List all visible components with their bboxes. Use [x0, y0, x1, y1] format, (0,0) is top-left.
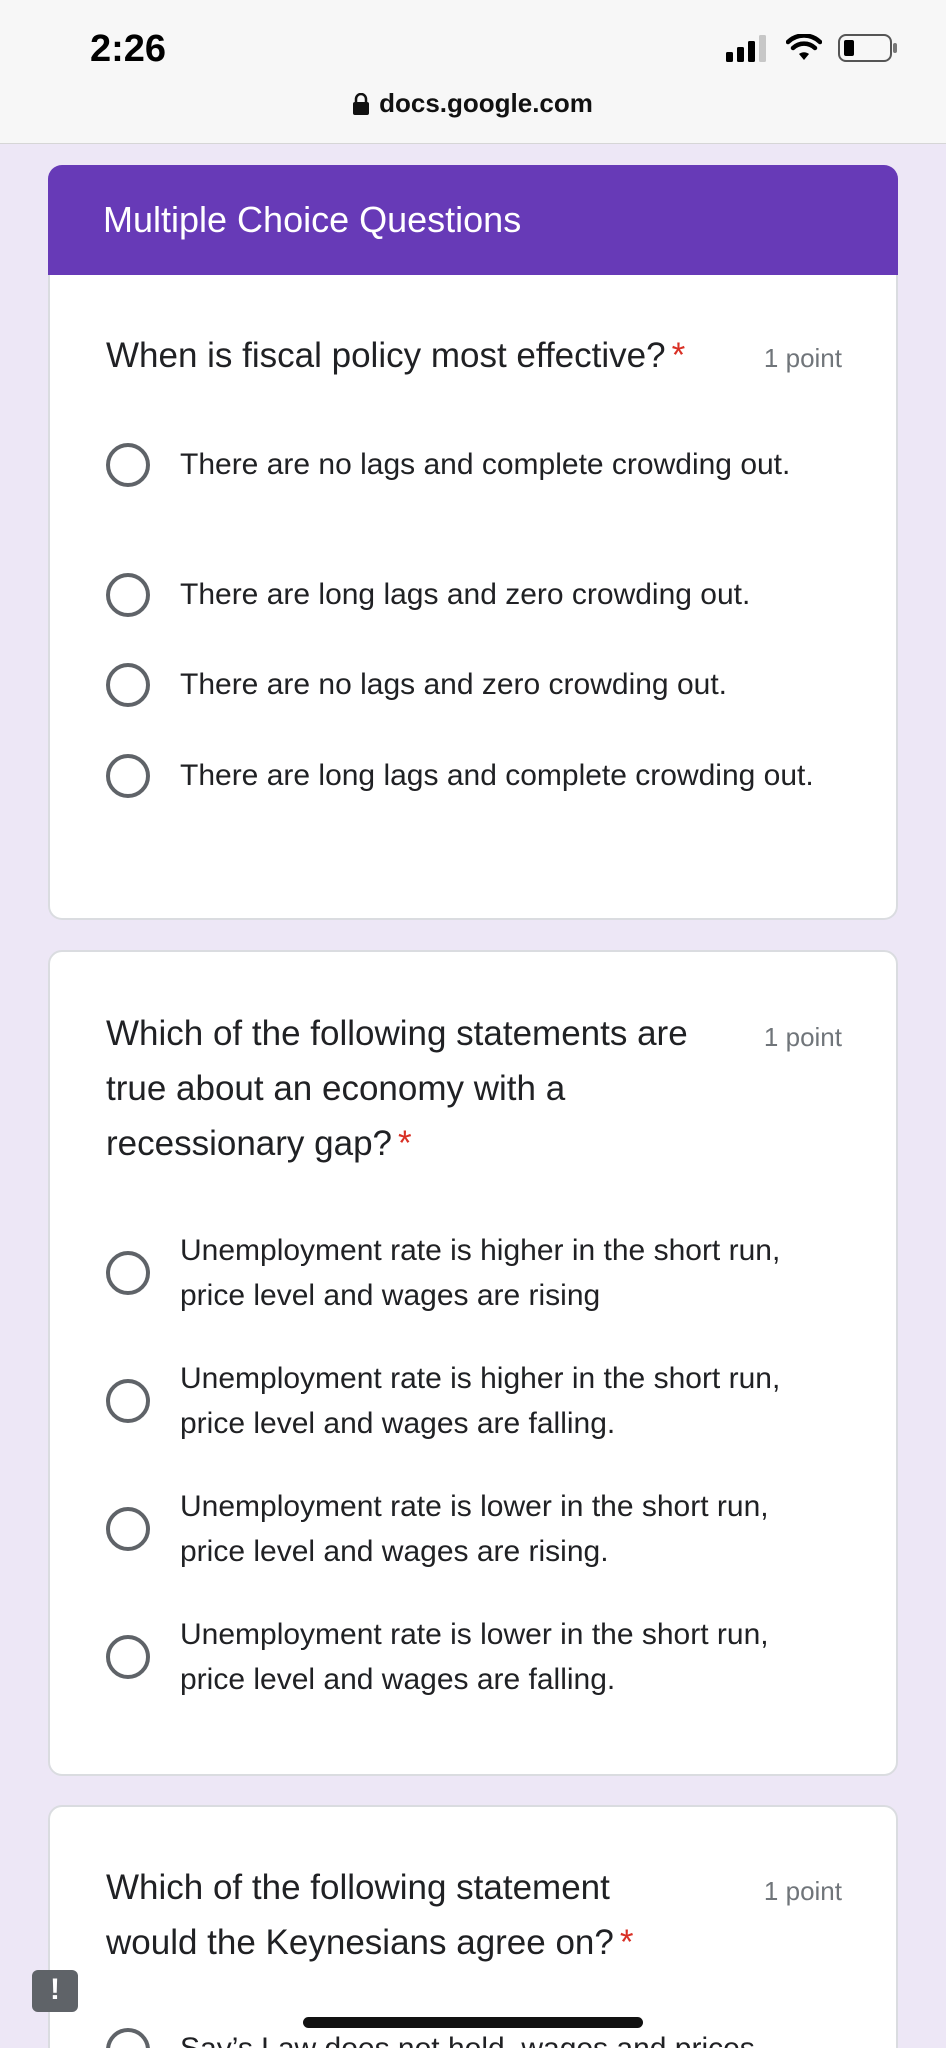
option-row[interactable]: Unemployment rate is higher in the short…	[106, 1356, 866, 1446]
status-time: 2:26	[90, 28, 167, 70]
signal-icon	[726, 35, 766, 62]
required-mark: *	[619, 1923, 634, 1962]
question-text: Which of the following statement would t…	[106, 1868, 634, 1962]
radio-button[interactable]	[106, 1379, 150, 1423]
section-title: Multiple Choice Questions	[103, 199, 522, 240]
question-points: 1 point	[763, 1022, 842, 1052]
required-mark: *	[671, 336, 686, 375]
option-label: Unemployment rate is lower in the short …	[180, 1490, 769, 1568]
option-label: There are long lags and complete crowdin…	[180, 759, 814, 792]
question-card: When is fiscal policy most effective? * 1…	[48, 275, 898, 920]
radio-button[interactable]	[106, 442, 150, 487]
section-header: Multiple Choice Questions	[48, 165, 898, 275]
option-row[interactable]: Say’s Law does not hold, wages and price…	[106, 2026, 866, 2048]
option-row[interactable]: Unemployment rate is lower in the short …	[106, 1612, 866, 1702]
home-indicator[interactable]	[303, 2017, 643, 2028]
page: 2:26 docs.google.com Multiple Choice Que…	[0, 0, 946, 2048]
lock-icon	[353, 92, 370, 115]
radio-button[interactable]	[106, 572, 150, 617]
question-card: Which of the following statement would t…	[48, 1805, 898, 2048]
radio-button[interactable]	[106, 2028, 150, 2048]
feedback-button[interactable]: !	[32, 1970, 78, 2012]
option-label: There are no lags and zero crowding out.	[180, 668, 727, 701]
wifi-icon	[786, 34, 822, 60]
required-mark: *	[398, 1124, 412, 1163]
question-points: 1 point	[763, 343, 842, 373]
option-row[interactable]: Unemployment rate is lower in the short …	[106, 1484, 866, 1574]
option-label: There are long lags and zero crowding ou…	[180, 578, 751, 611]
question-card: Which of the following statements are tr…	[48, 950, 898, 1776]
option-row[interactable]: There are no lags and zero crowding out.	[106, 662, 866, 707]
radio-button[interactable]	[106, 1635, 150, 1679]
question-text: Which of the following statements are tr…	[106, 1014, 688, 1163]
option-label: Say’s Law does not hold, wages and price…	[180, 2026, 840, 2048]
option-row[interactable]: There are long lags and zero crowding ou…	[106, 572, 866, 617]
status-icons	[726, 34, 898, 62]
option-label: Unemployment rate is higher in the short…	[180, 1234, 781, 1312]
option-row[interactable]: There are no lags and complete crowding …	[106, 442, 866, 487]
url-text: docs.google.com	[379, 88, 593, 118]
url-bar[interactable]: docs.google.com	[0, 88, 946, 119]
radio-button[interactable]	[106, 1507, 150, 1551]
radio-button[interactable]	[106, 662, 150, 707]
option-row[interactable]: There are long lags and complete crowdin…	[106, 753, 866, 798]
battery-icon	[838, 34, 897, 62]
question-text: When is fiscal policy most effective? *	[106, 336, 686, 375]
status-bar: 2:26 docs.google.com	[0, 0, 946, 144]
radio-button[interactable]	[106, 753, 150, 798]
option-label: Unemployment rate is lower in the short …	[180, 1618, 769, 1696]
radio-button[interactable]	[106, 1251, 150, 1295]
option-label: Unemployment rate is higher in the short…	[180, 1362, 781, 1440]
option-label: There are no lags and complete crowding …	[180, 448, 791, 481]
option-row[interactable]: Unemployment rate is higher in the short…	[106, 1228, 866, 1318]
question-points: 1 point	[763, 1876, 842, 1906]
